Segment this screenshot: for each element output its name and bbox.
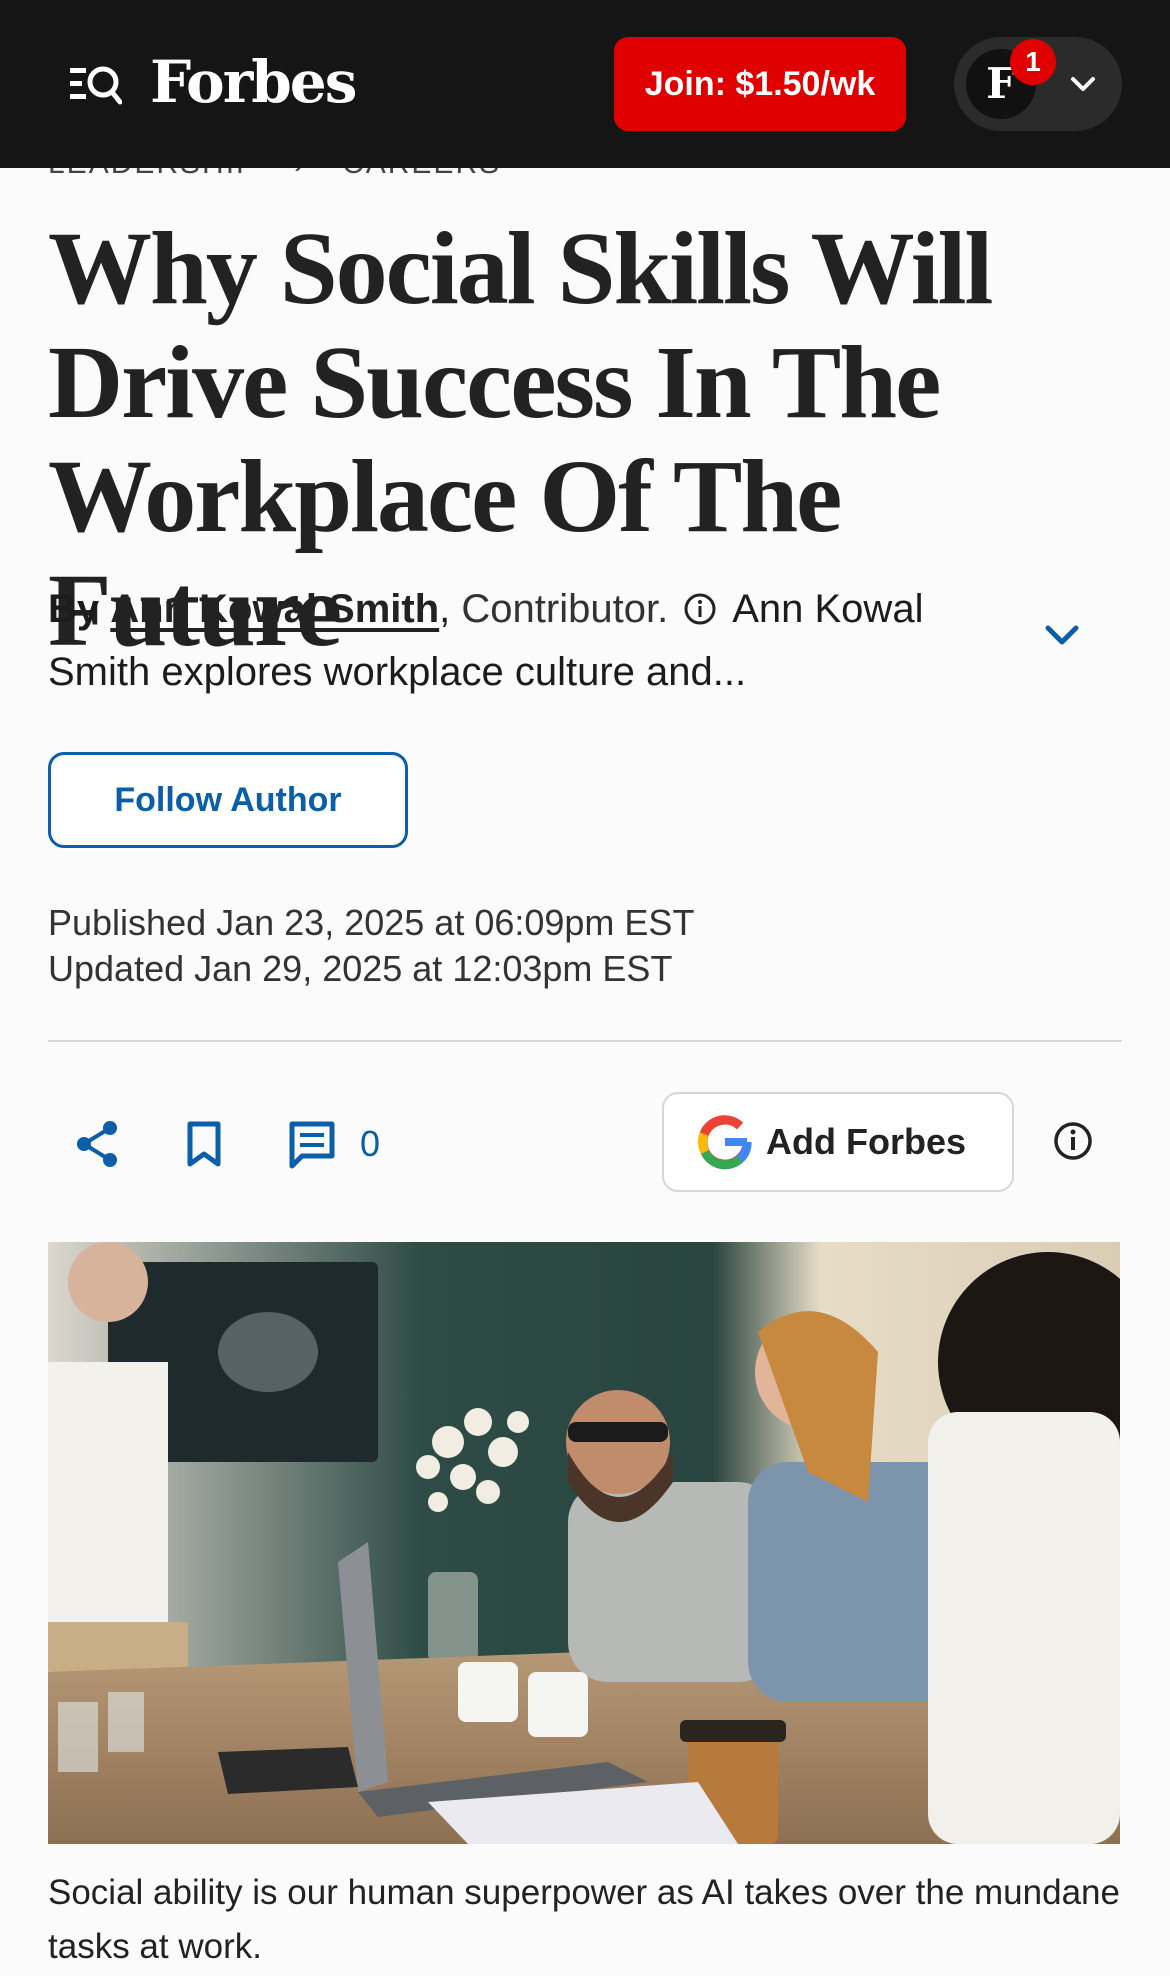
google-icon xyxy=(698,1115,752,1170)
top-navigation-bar: Forbes Join: $1.50/wk F 1 xyxy=(0,0,1170,168)
byline: By Ann Kowal Smith, Contributor. Ann Kow… xyxy=(48,578,1008,704)
info-icon[interactable] xyxy=(1052,1120,1094,1162)
image-caption: Social ability is our human superpower a… xyxy=(48,1873,1120,1966)
menu-search-icon[interactable] xyxy=(70,62,122,106)
author-link[interactable]: Ann Kowal Smith xyxy=(110,587,439,631)
hero-image xyxy=(48,1242,1120,1844)
published-date: Published Jan 23, 2025 at 06:09pm EST xyxy=(48,902,695,943)
follow-author-button[interactable]: Follow Author xyxy=(48,752,408,848)
chevron-down-icon[interactable] xyxy=(1038,616,1086,656)
publish-dates: Published Jan 23, 2025 at 06:09pm EST Up… xyxy=(48,900,694,992)
chevron-down-icon[interactable] xyxy=(1066,67,1100,101)
forbes-logo[interactable]: Forbes xyxy=(150,46,357,118)
author-role: Contributor. xyxy=(461,587,669,631)
account-menu[interactable]: F 1 xyxy=(954,37,1122,131)
share-icon[interactable] xyxy=(70,1116,126,1172)
join-subscription-button[interactable]: Join: $1.50/wk xyxy=(614,37,906,131)
office-meeting-photo xyxy=(48,1242,1120,1844)
comment-count[interactable]: 0 xyxy=(360,1118,380,1170)
add-forbes-google-button[interactable]: Add Forbes xyxy=(662,1092,1014,1192)
byline-comma: , xyxy=(439,587,451,631)
divider xyxy=(48,1040,1122,1042)
by-label: By xyxy=(48,587,100,631)
notification-badge: 1 xyxy=(1010,39,1056,85)
bookmark-icon[interactable] xyxy=(176,1116,232,1172)
info-icon[interactable] xyxy=(683,592,717,626)
comment-icon[interactable] xyxy=(284,1116,340,1172)
updated-date: Updated Jan 29, 2025 at 12:03pm EST xyxy=(48,948,673,989)
add-forbes-label: Add Forbes xyxy=(766,1121,967,1162)
